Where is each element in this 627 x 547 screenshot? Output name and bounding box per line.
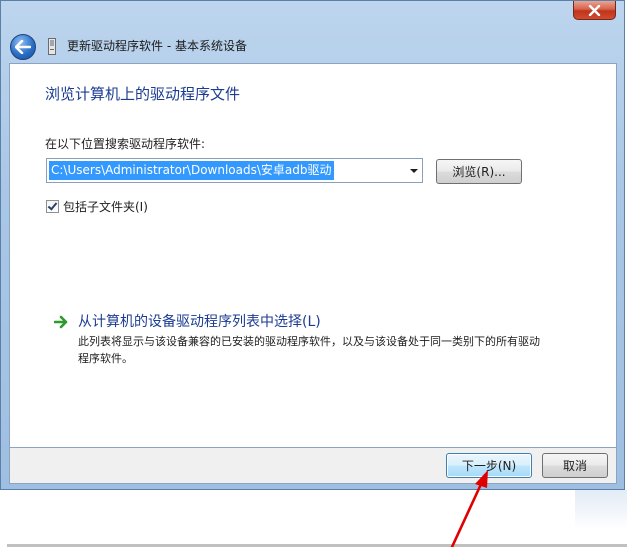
include-subfolders-label[interactable]: 包括子文件夹(I): [63, 198, 148, 215]
page-heading: 浏览计算机上的驱动程序文件: [45, 85, 241, 103]
path-combobox[interactable]: C:\Users\Administrator\Downloads\安卓adb驱动: [46, 158, 423, 183]
button-bar: 下一步(N) 取消: [9, 448, 617, 484]
close-button[interactable]: [573, 1, 616, 20]
background-window-glow: [575, 490, 627, 530]
pick-from-list-link[interactable]: 从计算机的设备驱动程序列表中选择(L): [78, 311, 321, 331]
device-icon: [48, 38, 56, 55]
search-location-label: 在以下位置搜索驱动程序软件:: [45, 137, 206, 151]
path-input-value[interactable]: C:\Users\Administrator\Downloads\安卓adb驱动: [49, 161, 334, 180]
back-button[interactable]: [10, 34, 36, 60]
dialog-header: 更新驱动程序软件 - 基本系统设备: [1, 21, 624, 63]
browse-button[interactable]: 浏览(R)...: [436, 159, 522, 184]
screen: 更新驱动程序软件 - 基本系统设备 浏览计算机上的驱动程序文件 在以下位置搜索驱…: [0, 0, 627, 547]
include-subfolders-row[interactable]: 包括子文件夹(I): [46, 198, 148, 215]
background-window: [0, 490, 627, 547]
dialog-title: 更新驱动程序软件 - 基本系统设备: [67, 39, 247, 53]
cancel-button[interactable]: 取消: [542, 453, 608, 478]
close-icon: [588, 4, 601, 16]
include-subfolders-checkbox[interactable]: [46, 200, 59, 213]
annotation-arrow-icon: [450, 470, 488, 547]
chevron-down-icon[interactable]: [410, 169, 418, 173]
green-arrow-icon: [54, 315, 68, 329]
pick-from-list-description: 此列表将显示与该设备兼容的已安装的驱动程序软件，以及与该设备处于同一类别下的所有…: [78, 335, 540, 365]
update-driver-dialog: 更新驱动程序软件 - 基本系统设备 浏览计算机上的驱动程序文件 在以下位置搜索驱…: [0, 0, 625, 490]
content-panel: 浏览计算机上的驱动程序文件 在以下位置搜索驱动程序软件: C:\Users\Ad…: [9, 63, 617, 448]
back-arrow-icon: [15, 40, 31, 54]
